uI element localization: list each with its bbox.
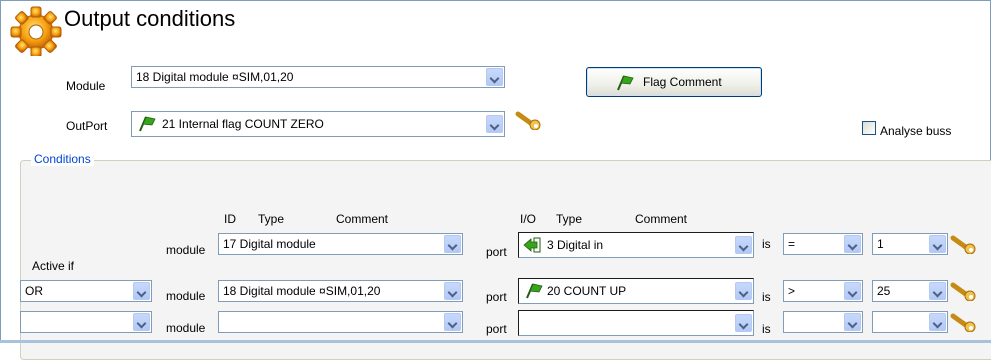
chevron-down-icon[interactable] <box>844 313 861 331</box>
outport-label: OutPort <box>66 119 108 133</box>
row1-is-label: is <box>762 237 771 251</box>
row1-port-label: port <box>486 245 507 259</box>
row3-operator-select[interactable] <box>783 311 863 333</box>
chevron-down-icon[interactable] <box>444 313 461 331</box>
row2-port-value: 20 COUNT UP <box>547 284 627 298</box>
row1-module-label: module <box>166 243 206 257</box>
row1-operator-value: = <box>788 237 796 251</box>
row1-operator-select[interactable]: = <box>783 233 863 255</box>
row2-logic-select[interactable]: OR <box>20 280 152 302</box>
outport-select-value: 21 Internal flag COUNT ZERO <box>162 117 324 131</box>
chevron-down-icon[interactable] <box>486 68 503 86</box>
chevron-down-icon[interactable] <box>444 235 461 253</box>
row3-port-label: port <box>486 322 507 336</box>
row1-value-select[interactable]: 1 <box>872 233 948 255</box>
chevron-down-icon[interactable] <box>735 314 752 332</box>
header-io-type: Type <box>556 212 583 226</box>
flag-icon <box>526 283 543 299</box>
row2-port-label: port <box>486 290 507 304</box>
row3-module-label: module <box>166 321 206 335</box>
row2-value: 25 <box>877 284 891 298</box>
flag-icon <box>617 75 634 91</box>
row1-module-select[interactable]: 17 Digital module <box>218 233 463 255</box>
row3-module-select[interactable] <box>218 311 463 333</box>
analyse-buss-checkbox[interactable] <box>862 121 876 135</box>
chevron-down-icon[interactable] <box>929 313 946 331</box>
active-if-label: Active if <box>32 259 75 273</box>
chevron-down-icon[interactable] <box>844 282 861 300</box>
module-select-value: 18 Digital module ¤SIM,01,20 <box>136 70 294 84</box>
chevron-down-icon[interactable] <box>735 236 752 254</box>
conditions-legend: Conditions <box>31 152 94 166</box>
row1-module-value: 17 Digital module <box>223 237 316 251</box>
header-io-comment: Comment <box>635 212 688 226</box>
row1-value: 1 <box>877 237 884 251</box>
row3-port-select[interactable] <box>518 310 754 336</box>
row2-module-select[interactable]: 18 Digital module ¤SIM,01,20 <box>218 280 463 302</box>
wrench-icon[interactable] <box>949 279 979 301</box>
chevron-down-icon[interactable] <box>133 313 150 331</box>
header-type: Type <box>258 212 285 226</box>
row3-logic-select[interactable] <box>20 311 152 333</box>
module-label: Module <box>66 79 106 93</box>
analyse-buss-label: Analyse buss <box>880 124 952 138</box>
row3-value-select[interactable] <box>872 311 948 333</box>
row2-port-select[interactable]: 20 COUNT UP <box>518 278 754 304</box>
outport-select[interactable]: 21 Internal flag COUNT ZERO <box>131 111 505 137</box>
row2-value-select[interactable]: 25 <box>872 280 948 302</box>
row3-is-label: is <box>762 322 771 336</box>
chevron-down-icon[interactable] <box>844 235 861 253</box>
row1-port-select[interactable]: 3 Digital in <box>518 232 754 258</box>
chevron-down-icon[interactable] <box>735 282 752 300</box>
chevron-down-icon[interactable] <box>486 115 503 133</box>
flag-icon <box>139 116 156 132</box>
wrench-icon[interactable] <box>514 108 544 130</box>
wrench-icon[interactable] <box>949 310 979 332</box>
chevron-down-icon[interactable] <box>929 235 946 253</box>
window-title: Output conditions <box>64 6 236 31</box>
module-select[interactable]: 18 Digital module ¤SIM,01,20 <box>131 66 505 88</box>
wrench-icon[interactable] <box>949 232 979 254</box>
row2-module-label: module <box>166 289 206 303</box>
row1-port-value: 3 Digital in <box>547 238 604 252</box>
row2-logic-value: OR <box>25 284 43 298</box>
arrow-in-icon <box>523 237 541 253</box>
gear-icon <box>10 6 62 56</box>
flag-comment-label: Flag Comment <box>643 75 722 89</box>
chevron-down-icon[interactable] <box>444 282 461 300</box>
header-comment: Comment <box>336 212 389 226</box>
chevron-down-icon[interactable] <box>929 282 946 300</box>
row2-is-label: is <box>762 290 771 304</box>
header-id: ID <box>224 212 236 226</box>
row2-operator-value: > <box>788 284 796 298</box>
chevron-down-icon[interactable] <box>133 282 150 300</box>
row2-module-value: 18 Digital module ¤SIM,01,20 <box>223 284 381 298</box>
flag-comment-button[interactable]: Flag Comment <box>586 67 762 97</box>
row2-operator-select[interactable]: > <box>783 280 863 302</box>
header-io: I/O <box>520 212 537 226</box>
